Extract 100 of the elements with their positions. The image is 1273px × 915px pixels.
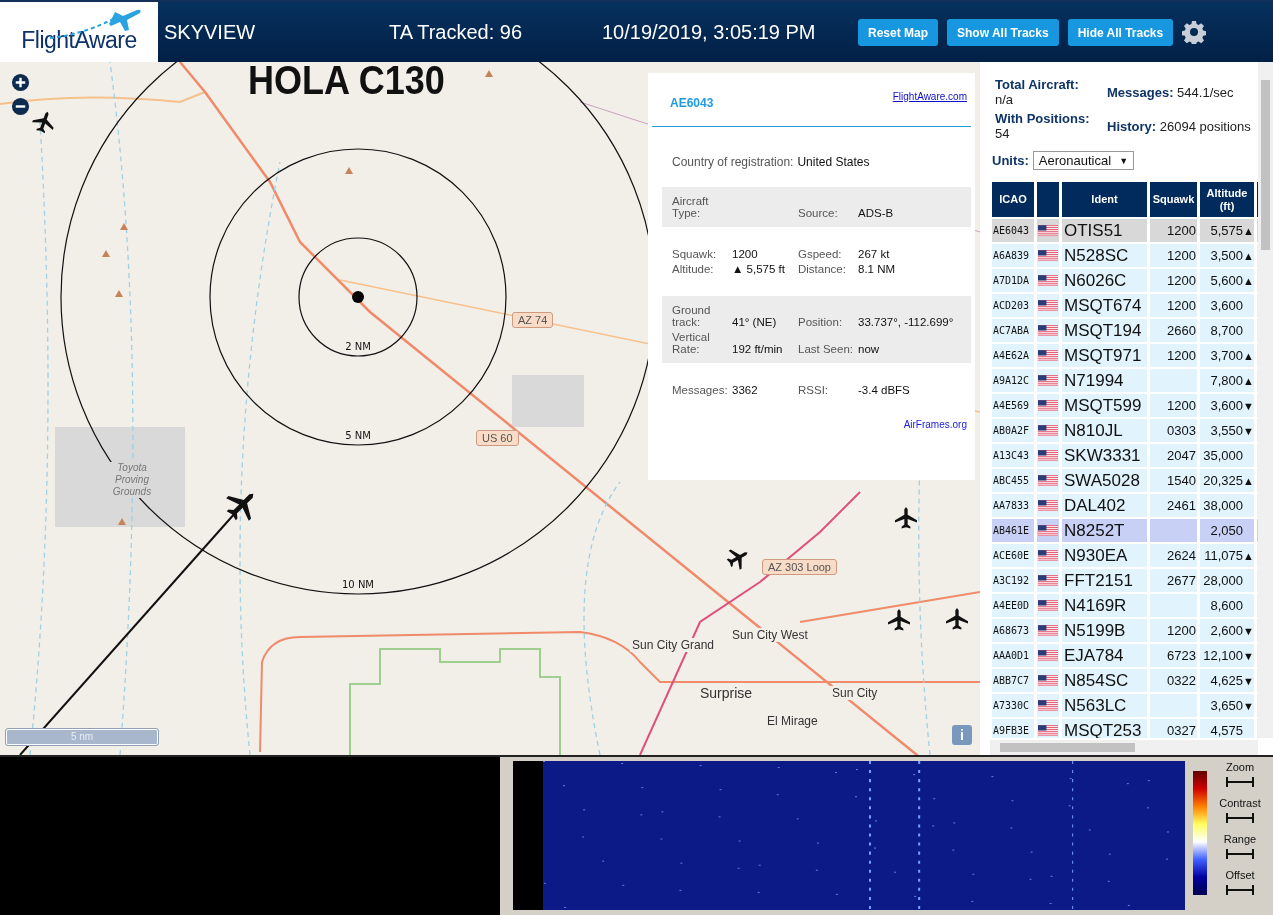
airframes-link[interactable]: AirFrames.org bbox=[903, 419, 967, 430]
slider-icon[interactable] bbox=[1225, 848, 1255, 860]
flag-icon bbox=[1038, 375, 1058, 386]
settings-icon[interactable] bbox=[1182, 20, 1207, 44]
field-label: Source: bbox=[798, 207, 839, 219]
table-row[interactable]: A3C192 FFT2151 2677 28,000 bbox=[992, 569, 1258, 592]
table-cell: AE6043 bbox=[992, 219, 1034, 242]
zoom-out-icon[interactable] bbox=[11, 97, 30, 116]
table-cell: 38,000 bbox=[1200, 494, 1254, 517]
table-cell: AC7ABA bbox=[992, 319, 1034, 342]
field-value: 33.737°, -112.699° bbox=[858, 316, 955, 328]
table-cell: 20,325▲ bbox=[1200, 469, 1254, 492]
table-cell: 8,700 bbox=[1200, 319, 1254, 342]
table-row[interactable]: AC7ABA MSQT194 2660 8,700 bbox=[992, 319, 1258, 342]
table-cell: 1200 bbox=[1150, 269, 1197, 292]
table-cell: A4E62A bbox=[992, 344, 1034, 367]
table-row[interactable]: A7330C N563LC 3,650▼ bbox=[992, 694, 1258, 717]
table-cell: ACE60E bbox=[992, 544, 1034, 567]
table-cell: 1540 bbox=[1150, 469, 1197, 492]
table-row[interactable]: ACD203 MSQT674 1200 3,600 bbox=[992, 294, 1258, 317]
table-row[interactable]: ABB7C7 N854SC 0322 4,625▼ bbox=[992, 669, 1258, 692]
table-cell: SWA5028 bbox=[1062, 469, 1147, 492]
flag-icon bbox=[1038, 225, 1058, 236]
units-dropdown[interactable]: Aeronautical ▼ bbox=[1032, 151, 1135, 170]
table-row[interactable]: A4EE0D N4169R 8,600 bbox=[992, 594, 1258, 617]
scrollbar[interactable] bbox=[1258, 62, 1273, 738]
field-value: ▲ 5,575 ft bbox=[732, 263, 786, 275]
flag-icon bbox=[1038, 500, 1058, 511]
table-row[interactable]: A7D1DA N6026C 1200 5,600▲ bbox=[992, 269, 1258, 292]
road-label: US 60 bbox=[476, 430, 519, 446]
table-cell: 0322 bbox=[1150, 669, 1197, 692]
table-cell: FFT2151 bbox=[1062, 569, 1147, 592]
table-cell: SKW3331 bbox=[1062, 444, 1147, 467]
table-cell: 3,600 bbox=[1200, 294, 1254, 317]
flag-icon bbox=[1038, 550, 1058, 561]
table-row[interactable]: AE6043 OTIS51 1200 5,575▲ bbox=[992, 219, 1258, 242]
scrollbar[interactable] bbox=[990, 740, 1258, 755]
table-row[interactable]: A4E62A MSQT971 1200 3,700▲ bbox=[992, 344, 1258, 367]
control-label: Range bbox=[1223, 833, 1257, 846]
field-label: Gspeed: bbox=[798, 248, 843, 260]
flag-icon bbox=[1038, 350, 1058, 361]
field-label: Vertical Rate: bbox=[672, 331, 711, 355]
slider-icon[interactable] bbox=[1225, 812, 1255, 824]
zoom-in-icon[interactable] bbox=[11, 73, 30, 92]
table-cell: N4169R bbox=[1062, 594, 1147, 617]
table-cell: 3,700▲ bbox=[1200, 344, 1254, 367]
table-cell: MSQT194 bbox=[1062, 319, 1147, 342]
table-cell: MSQT599 bbox=[1062, 394, 1147, 417]
flag-icon bbox=[1038, 525, 1058, 536]
logo-text: FlightAware bbox=[21, 27, 137, 54]
stat-value: n/a bbox=[995, 92, 1014, 107]
table-cell: 3,600▼ bbox=[1200, 394, 1254, 417]
table-cell: 4,575 bbox=[1200, 719, 1254, 738]
range-label: 2 NM bbox=[345, 341, 371, 352]
table-row[interactable]: A9A12C N71994 7,800▲ bbox=[992, 369, 1258, 392]
stat-value: 26094 positions bbox=[1159, 119, 1251, 134]
table-cell: MSQT971 bbox=[1062, 344, 1147, 367]
table-row[interactable]: AB0A2F N810JL 0303 3,550▼ bbox=[992, 419, 1258, 442]
table-cell: 28,000 bbox=[1200, 569, 1254, 592]
place-label: El Mirage bbox=[765, 714, 820, 728]
table-row[interactable]: A13C43 SKW3331 2047 35,000 bbox=[992, 444, 1258, 467]
column-header[interactable]: Altitude (ft) bbox=[1200, 182, 1254, 217]
table-row[interactable]: AB461E N8252T 2,050 bbox=[992, 519, 1258, 542]
road-label: AZ 303 Loop bbox=[762, 559, 837, 575]
stat-label: History: bbox=[1107, 119, 1157, 134]
table-cell: AA7833 bbox=[992, 494, 1034, 517]
slider-icon[interactable] bbox=[1225, 776, 1255, 788]
road-label: AZ 74 bbox=[512, 312, 554, 328]
table-cell: A13C43 bbox=[992, 444, 1034, 467]
airplane-icon bbox=[32, 111, 54, 134]
table-cell: 2624 bbox=[1150, 544, 1197, 567]
place-label: Sun City Grand bbox=[630, 638, 717, 652]
table-row[interactable]: A68673 N5199B 1200 2,600▼ bbox=[992, 619, 1258, 642]
field-label: Distance: bbox=[798, 263, 847, 275]
table-cell: 0303 bbox=[1150, 419, 1197, 442]
place-label: Sun City West bbox=[730, 628, 810, 642]
table-row[interactable]: AA7833 DAL402 2461 38,000 bbox=[992, 494, 1258, 517]
units-label: Units: bbox=[992, 153, 1029, 168]
table-cell: 5,600▲ bbox=[1200, 269, 1254, 292]
table-cell: 12,100▼ bbox=[1200, 644, 1254, 667]
flag-icon bbox=[1038, 650, 1058, 661]
table-row[interactable]: AAA0D1 EJA784 6723 12,100▼ bbox=[992, 644, 1258, 667]
column-header[interactable]: ICAO bbox=[992, 182, 1034, 217]
table-row[interactable]: ABC455 SWA5028 1540 20,325▲ bbox=[992, 469, 1258, 492]
field-label: Position: bbox=[798, 316, 844, 328]
receiver-dot bbox=[352, 291, 364, 303]
table-cell: N810JL bbox=[1062, 419, 1147, 442]
logo[interactable]: FlightAware bbox=[0, 2, 158, 62]
table-cell: 3,650▼ bbox=[1200, 694, 1254, 717]
slider-icon[interactable] bbox=[1225, 884, 1255, 896]
flightaware-link[interactable]: FlightAware.com bbox=[892, 91, 967, 112]
stat-label: With Positions: bbox=[995, 111, 1090, 126]
column-header[interactable]: Ident bbox=[1062, 182, 1147, 217]
table-row[interactable]: A4E569 MSQT599 1200 3,600▼ bbox=[992, 394, 1258, 417]
table-row[interactable]: ACE60E N930EA 2624 11,075▲ bbox=[992, 544, 1258, 567]
column-header[interactable]: Squawk bbox=[1150, 182, 1197, 217]
field-value: United States bbox=[797, 155, 870, 169]
field-label: Ground track: bbox=[672, 304, 712, 328]
table-cell: N5199B bbox=[1062, 619, 1147, 642]
table-row[interactable]: A6A839 N528SC 1200 3,500▲ bbox=[992, 244, 1258, 267]
